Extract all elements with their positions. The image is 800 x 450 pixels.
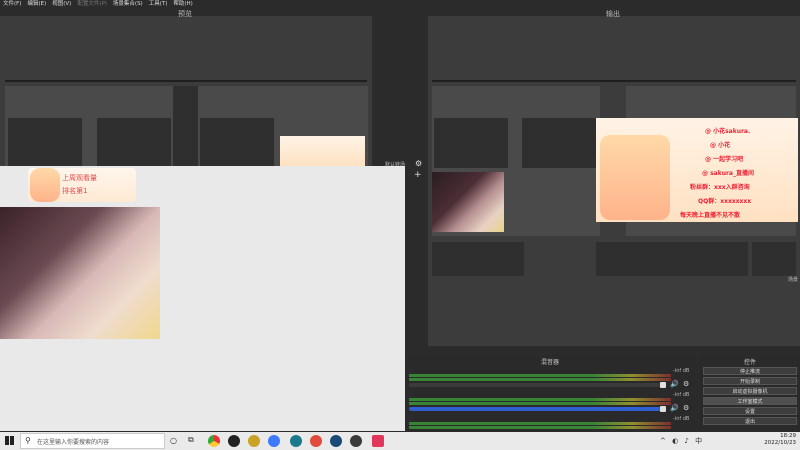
channel-1-fader[interactable] — [409, 383, 664, 387]
preview-inner-1 — [8, 118, 82, 166]
program-inner-1 — [434, 118, 508, 168]
channel-1-meter-b — [409, 378, 671, 381]
clock[interactable]: 18:29 2022/10/23 — [764, 433, 796, 447]
program-mixer-thumb — [596, 242, 748, 276]
app-icon[interactable] — [350, 435, 362, 447]
add-transition-button[interactable]: + — [414, 170, 422, 180]
preview-overlay-thumb — [280, 136, 365, 166]
channel-1-fader-knob[interactable] — [660, 382, 666, 388]
controls-dock: 控件 停止推流 开始录制 启动虚拟摄像机 工作室模式 设置 退出 — [700, 356, 800, 432]
menu-profile[interactable]: 配置文件(P) — [77, 0, 107, 9]
channel-3-db: -inf dB — [673, 416, 690, 422]
menu-help[interactable]: 帮助(H) — [173, 0, 192, 9]
stop-streaming-button[interactable]: 停止推流 — [703, 367, 797, 375]
overlay-line-3: @ 一起学习吧 — [705, 156, 744, 163]
chrome-icon[interactable] — [208, 435, 220, 447]
windows-logo-icon[interactable] — [5, 436, 14, 445]
channel-2-fader[interactable] — [409, 407, 664, 411]
webcam-feed — [0, 207, 160, 339]
channel-2-meter-b — [409, 402, 671, 405]
app-icon[interactable] — [372, 435, 384, 447]
cortana-icon[interactable]: ○ — [170, 436, 177, 445]
right-edge-label: 场景 — [788, 277, 799, 283]
chibi-sticker — [30, 168, 60, 202]
app-icon[interactable] — [268, 435, 280, 447]
exit-button[interactable]: 退出 — [703, 417, 797, 425]
channel-1-db: -inf dB — [673, 368, 690, 374]
channel-1-meter — [409, 374, 671, 377]
ranking-tag-line1: 上周观看量 — [62, 174, 97, 182]
preview-nested-strip — [5, 80, 367, 82]
start-virtual-camera-button[interactable]: 启动虚拟摄像机 — [703, 387, 797, 395]
overlay-line-7: 每天晚上直播不见不散 — [680, 212, 741, 219]
program-docks — [432, 242, 524, 276]
start-recording-button[interactable]: 开始录制 — [703, 377, 797, 385]
steam-icon[interactable] — [330, 435, 342, 447]
system-tray-icons[interactable]: ^ ◐ ♪ 中 — [660, 436, 704, 446]
menu-edit[interactable]: 编辑(E) — [27, 0, 46, 9]
search-icon: ⚲ — [25, 436, 31, 445]
app-icon[interactable] — [310, 435, 322, 447]
menu-file[interactable]: 文件(F) — [3, 0, 21, 9]
channel-3-meter — [409, 422, 671, 425]
preview-label: 预览 — [178, 10, 192, 18]
overlay-line-1: @ 小花sakura. — [705, 128, 751, 135]
gear-icon[interactable]: ⚙ — [683, 380, 689, 388]
search-placeholder: 在这里输入你要搜索的内容 — [37, 439, 110, 446]
studio-mode-button[interactable]: 工作室模式 — [703, 397, 797, 405]
channel-2-meter — [409, 398, 671, 401]
clock-time: 18:29 — [780, 433, 796, 439]
speaker-icon[interactable]: 🔊 — [670, 404, 679, 412]
audio-mixer: 混音器 -inf dB 🔊 ⚙ -inf dB 🔊 ⚙ -inf dB — [405, 356, 695, 432]
menu-scene-collection[interactable]: 场景集合(S) — [113, 0, 143, 9]
overlay-line-4: @ sakura_直播间 — [702, 170, 754, 177]
clock-date: 2022/10/23 — [764, 440, 796, 446]
menu-tools[interactable]: 工具(T) — [149, 0, 168, 9]
channel-2-fader-knob[interactable] — [660, 406, 666, 412]
anime-sticker — [600, 135, 670, 220]
overlay-line-2: @ 小花 — [710, 142, 731, 149]
menu-view[interactable]: 视图(V) — [52, 0, 71, 9]
app-icon[interactable] — [248, 435, 260, 447]
mixer-title: 混音器 — [540, 359, 559, 366]
preview-inner-2 — [97, 118, 171, 166]
overlay-line-5: 粉丝群：xxx入群咨询 — [690, 184, 750, 191]
obs-icon[interactable] — [228, 435, 240, 447]
menu-bar: 文件(F) 编辑(E) 视图(V) 配置文件(P) 场景集合(S) 工具(T) … — [0, 0, 800, 9]
program-webcam-thumb — [432, 172, 504, 232]
program-inner-2 — [522, 118, 596, 168]
settings-button[interactable]: 设置 — [703, 407, 797, 415]
overlay-line-6: QQ群：xxxxxxxx — [698, 198, 752, 205]
controls-title: 控件 — [743, 359, 756, 366]
preview-nested-gap — [173, 86, 198, 166]
ranking-tag-line2: 排名第1 — [62, 187, 88, 195]
app-icon[interactable] — [290, 435, 302, 447]
program-controls-thumb — [752, 242, 796, 276]
channel-2-db: -inf dB — [673, 392, 690, 398]
preview-inner-3 — [200, 118, 274, 166]
gear-icon[interactable]: ⚙ — [415, 159, 422, 168]
gear-icon[interactable]: ⚙ — [683, 404, 689, 412]
program-label: 输出 — [606, 10, 620, 18]
search-box[interactable]: ⚲ 在这里输入你要搜索的内容 — [20, 433, 165, 449]
channel-3-meter-b — [409, 426, 671, 429]
speaker-icon[interactable]: 🔊 — [670, 380, 679, 388]
program-nested-strip — [432, 80, 796, 82]
task-view-icon[interactable]: ⧉ — [188, 435, 194, 445]
